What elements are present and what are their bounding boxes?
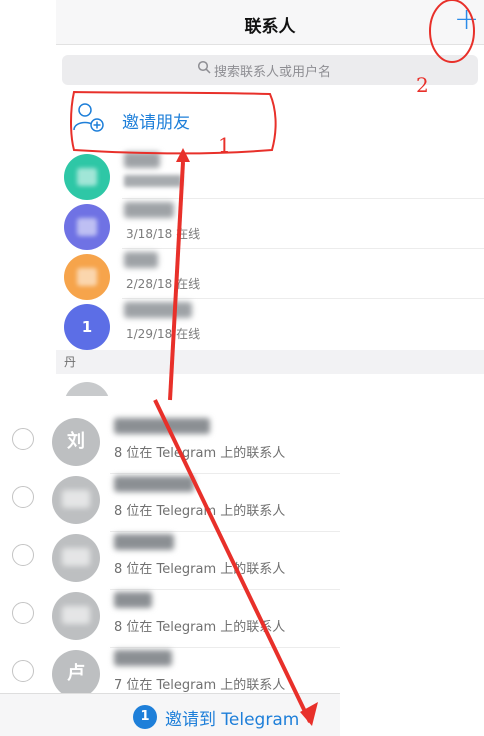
contact-name-redacted (124, 202, 174, 218)
contact-subtitle: 8 位在 Telegram 上的联系人 (114, 620, 286, 635)
avatar (52, 534, 100, 582)
nav-bar: 联系人 + (56, 0, 484, 45)
avatar (64, 204, 110, 250)
phone-contact-row[interactable]: 8 位在 Telegram 上的联系人 (0, 466, 340, 524)
search-input[interactable]: 搜索联系人或用户名 (62, 55, 478, 85)
contact-name-redacted (114, 418, 210, 434)
section-letter: 丹 (64, 355, 77, 369)
page-title: 联系人 (244, 17, 296, 37)
avatar (64, 154, 110, 200)
avatar: 1 (64, 304, 110, 350)
invite-to-telegram-button[interactable]: 邀请到 Telegram (165, 705, 299, 730)
select-radio[interactable] (12, 544, 34, 566)
invite-screen: 刘 8 位在 Telegram 上的联系人 8 位在 Telegram 上的联系… (0, 396, 484, 736)
contacts-screen: 联系人 + 搜索联系人或用户名 邀请朋友 3/18/18 在线 2/28/18 … (56, 0, 484, 396)
contact-row[interactable]: 1 1/29/18 在线 (56, 298, 484, 350)
phone-contact-row[interactable]: 刘 8 位在 Telegram 上的联系人 (0, 408, 340, 466)
invite-friends-label: 邀请朋友 (122, 113, 190, 133)
contact-name-redacted (114, 650, 172, 666)
contact-subtitle: 8 位在 Telegram 上的联系人 (114, 504, 286, 519)
avatar (52, 476, 100, 524)
contact-name-redacted (124, 252, 158, 268)
contact-status: 2/28/18 在线 (126, 277, 201, 291)
contact-name-redacted (124, 302, 192, 318)
contact-name-redacted (124, 152, 160, 168)
contact-subtitle: 8 位在 Telegram 上的联系人 (114, 562, 286, 577)
avatar (52, 592, 100, 640)
avatar: 刘 (52, 418, 100, 466)
select-radio[interactable] (12, 486, 34, 508)
select-radio[interactable] (12, 660, 34, 682)
contact-subtitle: 8 位在 Telegram 上的联系人 (114, 446, 286, 461)
avatar: 卢 (52, 650, 100, 698)
contact-row[interactable]: 3/18/18 在线 (56, 198, 484, 250)
contact-status: 3/18/18 在线 (126, 227, 201, 241)
avatar (64, 254, 110, 300)
invite-bottom-bar: 1 邀请到 Telegram (0, 693, 340, 736)
count-badge: 1 (133, 705, 157, 729)
contact-status: 1/29/18 在线 (126, 327, 201, 341)
phone-contact-row[interactable]: 8 位在 Telegram 上的联系人 (0, 582, 340, 640)
avatar (64, 382, 110, 396)
phone-contact-row[interactable]: 卢 7 位在 Telegram 上的联系人 (0, 640, 340, 698)
contact-row[interactable]: 2/28/18 在线 (56, 248, 484, 300)
add-person-icon (73, 103, 104, 132)
contact-status-redacted (124, 175, 182, 187)
search-icon (197, 60, 211, 74)
search-placeholder: 搜索联系人或用户名 (214, 65, 332, 80)
phone-contact-row[interactable]: 8 位在 Telegram 上的联系人 (0, 524, 340, 582)
select-radio[interactable] (12, 428, 34, 450)
select-radio[interactable] (12, 602, 34, 624)
invite-friends-row[interactable]: 邀请朋友 (56, 92, 484, 148)
contact-row[interactable] (56, 148, 484, 200)
contact-name-redacted (114, 534, 174, 550)
contact-name-redacted (114, 592, 152, 608)
contact-name-redacted (114, 476, 194, 492)
add-contact-button[interactable]: + (454, 2, 479, 38)
section-header: 丹 (56, 350, 484, 374)
contact-subtitle: 7 位在 Telegram 上的联系人 (114, 678, 286, 693)
